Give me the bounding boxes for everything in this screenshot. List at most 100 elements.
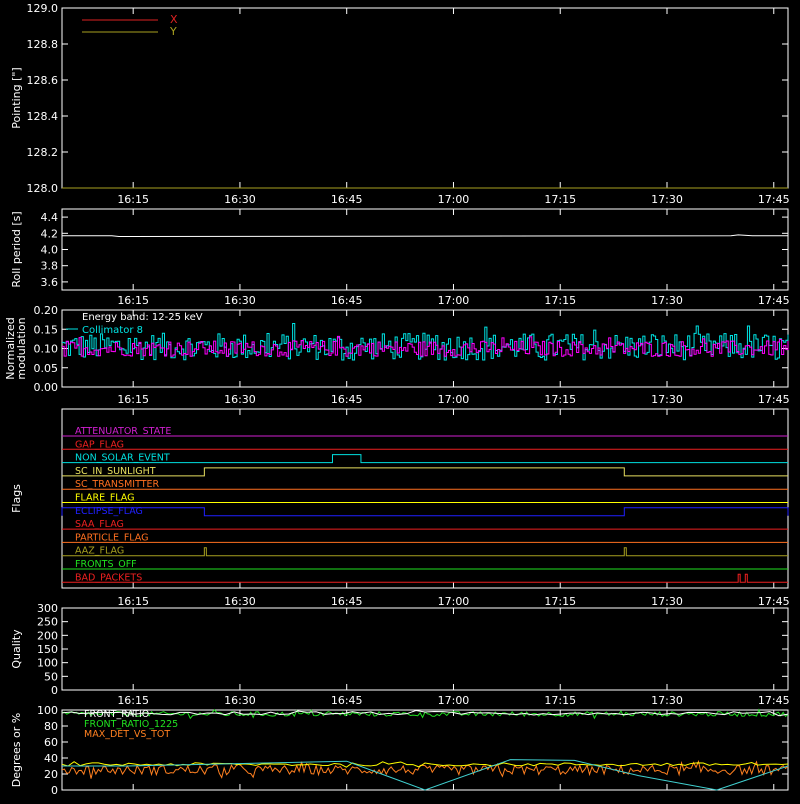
- y-tick-label: 0.05: [34, 362, 59, 375]
- x-tick-label: 17:15: [544, 694, 576, 707]
- flag-label-aaz-flag: AAZ_FLAG: [75, 546, 124, 557]
- y-axis-label-text: modulation: [15, 317, 28, 379]
- panel-frame-1: [61, 208, 789, 291]
- x-tick-label: 17:30: [651, 193, 683, 206]
- x-tick-label: 17:00: [438, 595, 470, 608]
- flag-line-bad-packets: [62, 573, 788, 583]
- x-tick-label: 17:00: [438, 193, 470, 206]
- x-tick-label: 16:15: [117, 595, 149, 608]
- y-axis-label-1: Roll period [s]: [10, 211, 23, 287]
- x-tick-label: 16:15: [117, 193, 149, 206]
- x-tick-label: 17:00: [438, 393, 470, 406]
- y-axis-label-4: Quality: [10, 629, 23, 669]
- x-tick-label: 17:15: [544, 294, 576, 307]
- x-tick-label: 17:30: [651, 393, 683, 406]
- flag-label-fronts-off: FRONTS_OFF: [75, 559, 137, 570]
- y-tick-label: 0: [51, 684, 58, 697]
- x-tick-label: 16:45: [331, 193, 363, 206]
- flag-line-sc-in-sunlight: [62, 467, 788, 477]
- x-tick-label: 17:45: [758, 694, 790, 707]
- roll-period-series: [62, 234, 788, 238]
- x-tick-label: 17:45: [758, 393, 790, 406]
- legend-label: Collimator 8: [82, 325, 143, 336]
- x-tick-label: 16:30: [224, 694, 256, 707]
- y-tick-label: 4.2: [41, 227, 59, 240]
- flag-label-particle-flag: PARTICLE_FLAG: [75, 532, 148, 543]
- x-tick-label: 17:30: [651, 595, 683, 608]
- x-tick-label: 17:45: [758, 193, 790, 206]
- y-tick-label: 4.4: [41, 211, 59, 224]
- summary-plot-svg: 128.0 128.2 128.4 128.6 128.8 129.0 Pointing […: [4, 2, 790, 797]
- x-tick-label: 17:30: [651, 694, 683, 707]
- y-tick-label: 0: [51, 784, 58, 797]
- x-tick-label: 17:30: [651, 294, 683, 307]
- y-tick-label: 0.15: [34, 323, 59, 336]
- y-tick-label: 250: [37, 616, 58, 629]
- x-tick-label: 16:45: [331, 393, 363, 406]
- summary-plot-stage: 128.0 128.2 128.4 128.6 128.8 129.0 Pointing […: [0, 0, 800, 800]
- y-axis-label-5: Degrees or %: [10, 713, 23, 787]
- flag-label-sc-transmitter: SC_TRANSMITTER: [75, 479, 160, 490]
- x-tick-label: 16:15: [117, 393, 149, 406]
- x-tick-label: 16:30: [224, 595, 256, 608]
- y-tick-label: 3.6: [41, 276, 59, 289]
- x-tick-label: 16:45: [331, 294, 363, 307]
- x-tick-label: 17:15: [544, 595, 576, 608]
- y-tick-label: 4.0: [41, 244, 59, 257]
- flag-line-aaz-flag: [62, 547, 788, 557]
- flag-label-attenuator-state: ATTENUATOR_STATE: [75, 426, 171, 437]
- y-tick-label: 100: [37, 657, 58, 670]
- x-tick-label: 17:45: [758, 294, 790, 307]
- series-yellow: [61, 761, 789, 768]
- y-tick-label: 0.00: [34, 381, 59, 394]
- legend-label: MAX_DET_VS_TOT: [84, 729, 170, 740]
- legend-label: Y: [169, 25, 177, 38]
- x-tick-label: 16:45: [331, 595, 363, 608]
- y-axis-label-2: Normalizedmodulation: [4, 317, 28, 379]
- x-tick-label: 17:15: [544, 193, 576, 206]
- y-tick-label: 40: [44, 752, 58, 765]
- y-tick-label: 128.8: [27, 38, 59, 51]
- x-tick-label: 16:30: [224, 193, 256, 206]
- y-tick-label: 0.10: [34, 343, 59, 356]
- y-tick-label: 128.0: [27, 182, 59, 195]
- y-tick-label: 200: [37, 629, 58, 642]
- x-tick-label: 17:45: [758, 595, 790, 608]
- flag-label-eclipse-flag: ECLIPSE_FLAG: [75, 506, 143, 517]
- flag-label-flare-flag: FLARE_FLAG: [75, 493, 135, 504]
- flag-line-eclipse-flag: [61, 507, 789, 517]
- y-tick-label: 128.2: [27, 146, 59, 159]
- x-tick-label: 16:30: [224, 393, 256, 406]
- panel-frame-4: [61, 607, 789, 691]
- y-tick-label: 60: [44, 736, 58, 749]
- y-tick-label: 0.20: [34, 304, 59, 317]
- y-axis-label-text: Degrees or %: [10, 713, 23, 787]
- y-tick-label: 128.6: [27, 74, 59, 87]
- y-tick-label: 150: [37, 643, 58, 656]
- flag-label-gap-flag: GAP_FLAG: [75, 439, 124, 450]
- y-tick-label: 129.0: [27, 2, 59, 15]
- x-tick-label: 17:00: [438, 694, 470, 707]
- x-tick-label: 16:45: [331, 694, 363, 707]
- x-tick-label: 16:15: [117, 694, 149, 707]
- y-axis-label-text: Flags: [10, 484, 23, 513]
- y-axis-label-text: Pointing ["]: [10, 67, 23, 128]
- y-axis-label-text: Quality: [10, 629, 23, 669]
- modulation-annotation: Energy band: 12-25 keV: [82, 312, 203, 323]
- x-tick-label: 17:15: [544, 393, 576, 406]
- x-tick-label: 16:15: [117, 294, 149, 307]
- y-tick-label: 300: [37, 602, 58, 615]
- x-tick-label: 16:30: [224, 294, 256, 307]
- y-axis-label-0: Pointing ["]: [10, 67, 23, 128]
- flag-label-bad-packets: BAD_PACKETS: [75, 572, 142, 583]
- flag-label-sc-in-sunlight: SC_IN_SUNLIGHT: [75, 466, 156, 477]
- y-axis-label-text: Roll period [s]: [10, 211, 23, 287]
- y-tick-label: 50: [44, 670, 58, 683]
- x-tick-label: 17:00: [438, 294, 470, 307]
- y-axis-label-3: Flags: [10, 484, 23, 513]
- flag-line-non-solar-event: [62, 454, 788, 464]
- y-tick-label: 100: [37, 704, 58, 717]
- flag-label-non-solar-event: NON_SOLAR_EVENT: [75, 453, 170, 464]
- flag-label-saa-flag: SAA_FLAG: [75, 519, 124, 530]
- y-tick-label: 128.4: [27, 110, 59, 123]
